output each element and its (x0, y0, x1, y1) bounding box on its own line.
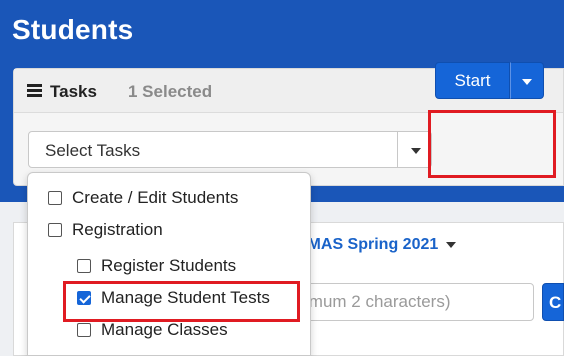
checkbox-icon[interactable] (48, 223, 62, 237)
task-option-registration[interactable]: Registration (48, 217, 163, 243)
task-option-label: Registration (72, 220, 163, 239)
caret-down-icon (446, 241, 457, 248)
manage-student-tests-highlight-box (63, 281, 300, 322)
list-icon (27, 84, 42, 97)
select-tasks-value: Select Tasks (45, 141, 141, 160)
caret-down-icon (411, 148, 421, 154)
start-button[interactable]: Start (435, 62, 510, 99)
search-button-label: C (549, 293, 562, 312)
select-tasks-dropdown[interactable]: Select Tasks (28, 131, 398, 168)
task-option-create-edit-students[interactable]: Create / Edit Students (48, 185, 238, 211)
start-options-toggle[interactable] (510, 62, 544, 99)
tasks-dropdown-menu: Create / Edit Students Registration Regi… (27, 172, 311, 356)
task-option-register-students[interactable]: Register Students (77, 253, 236, 279)
student-search-input[interactable] (294, 283, 534, 321)
select-tasks-toggle[interactable] (397, 131, 432, 168)
tasks-title: Tasks (50, 82, 97, 101)
task-option-label: Register Students (101, 256, 237, 275)
start-highlight-box (428, 110, 556, 178)
page-title: Students (12, 14, 134, 45)
checkbox-icon[interactable] (48, 191, 62, 205)
test-administration-label: CMAS Spring 2021 (296, 236, 439, 253)
search-button[interactable]: C (542, 283, 564, 321)
tasks-selected-count: 1 Selected (128, 82, 213, 101)
checkbox-icon[interactable] (77, 259, 91, 273)
task-option-label: Create / Edit Students (72, 188, 239, 207)
task-option-label: Manage Classes (101, 320, 228, 339)
caret-down-icon (522, 79, 532, 85)
checkbox-icon[interactable] (77, 323, 91, 337)
test-administration-selector[interactable]: CMAS Spring 2021 (296, 236, 457, 260)
